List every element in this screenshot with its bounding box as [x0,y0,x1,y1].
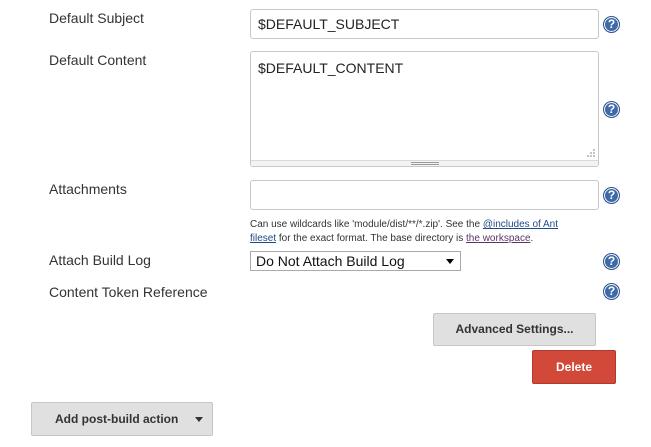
attach-build-log-select[interactable]: Do Not Attach Build Log [250,251,461,271]
ant-fileset-link-part2: fileset [250,233,277,244]
workspace-link[interactable]: the workspace [466,233,530,244]
default-subject-help-icon[interactable]: ? [603,16,620,33]
delete-button[interactable]: Delete [532,350,616,384]
advanced-settings-button[interactable]: Advanced Settings... [433,313,596,346]
add-post-build-action-label: Add post-build action [55,412,179,426]
hint-text-suffix: . [530,233,534,244]
attach-build-log-selected: Do Not Attach Build Log [256,253,405,269]
attachments-input[interactable] [250,180,599,210]
attach-build-log-label: Attach Build Log [49,252,151,268]
attachments-label: Attachments [49,181,127,197]
ant-fileset-link-part1: @includes of Ant [482,219,559,230]
default-content-label: Default Content [49,52,147,68]
default-subject-input[interactable]: $DEFAULT_SUBJECT [250,9,599,39]
chevron-down-icon [446,259,454,264]
textarea-resize-handle[interactable] [251,160,598,166]
hint-text-middle: for the exact format. The base directory… [276,233,467,244]
content-token-reference-help-icon[interactable]: ? [603,283,620,300]
attachments-hint: Can use wildcards like 'module/dist/**/*… [250,218,600,246]
email-notification-config: Default Subject $DEFAULT_SUBJECT ? Defau… [0,0,651,447]
add-post-build-action-button[interactable]: Add post-build action [31,402,213,436]
resize-grip-icon[interactable] [586,148,596,158]
default-subject-label: Default Subject [49,10,144,26]
drag-grip-icon [411,162,439,165]
chevron-down-icon [195,417,203,422]
default-content-value: $DEFAULT_CONTENT [258,60,404,76]
default-content-textarea[interactable]: $DEFAULT_CONTENT [250,51,599,167]
attachments-help-icon[interactable]: ? [603,187,620,204]
attach-build-log-help-icon[interactable]: ? [603,253,620,270]
default-content-help-icon[interactable]: ? [603,101,620,118]
content-token-reference-label: Content Token Reference [49,284,208,300]
hint-text-prefix: Can use wildcards like 'module/dist/**/*… [250,219,483,230]
